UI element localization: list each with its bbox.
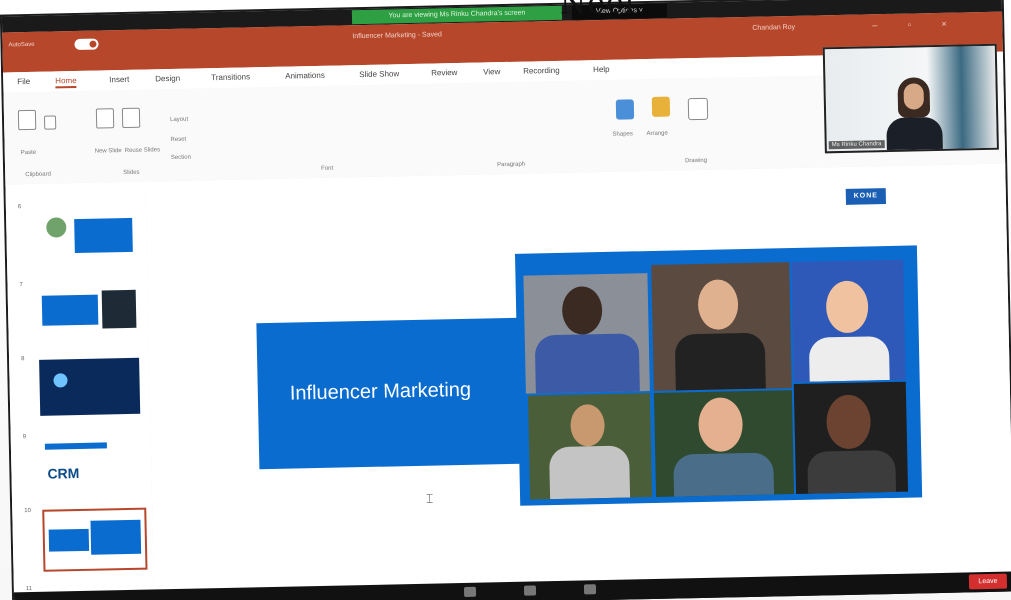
kone-logo: KONE	[845, 188, 887, 205]
paste-icon[interactable]	[17, 109, 37, 131]
drawing-group-label: Drawing	[685, 157, 708, 165]
collage-photo-5	[653, 390, 795, 497]
participants-icon[interactable]	[463, 586, 477, 597]
participant-video-tile[interactable]: Ms Rinku Chandra	[822, 43, 999, 154]
slide-thumbnail-8[interactable]	[39, 357, 141, 416]
digital-marketing-graphic	[53, 373, 68, 388]
crm-text: CRM	[47, 465, 80, 482]
tab-design[interactable]: Design	[155, 74, 180, 84]
reuse-slides-label: Reuse Slides	[124, 147, 161, 154]
slides-group-label: Slides	[123, 169, 140, 177]
quick-styles-icon[interactable]	[687, 97, 709, 121]
shapes-icon[interactable]	[615, 99, 635, 120]
new-slide-label: New Slide	[94, 148, 122, 155]
arrange-icon[interactable]	[651, 96, 671, 117]
section-label[interactable]: Section	[171, 155, 191, 161]
clipboard-group	[17, 109, 61, 135]
tab-slide-show[interactable]: Slide Show	[359, 69, 399, 79]
slides-group	[95, 107, 145, 134]
window-controls[interactable]: – ▫ ×	[872, 18, 961, 30]
tab-animations[interactable]: Animations	[285, 71, 325, 81]
thumbnail-number: 6	[17, 204, 22, 211]
slide-thumbnail-6[interactable]	[35, 209, 138, 268]
photo-frame: You are viewing Ms Rinku Chandra's scree…	[0, 0, 1011, 600]
tab-transitions[interactable]: Transitions	[211, 72, 250, 82]
thumbnail-number: 7	[19, 282, 23, 289]
tab-review[interactable]: Review	[431, 68, 457, 78]
shapes-label: Shapes	[612, 131, 633, 138]
collage-photo-6	[793, 381, 909, 495]
tab-file[interactable]: File	[17, 77, 30, 86]
reset-label[interactable]: Reset	[170, 137, 186, 143]
thumbnail-photo	[101, 289, 137, 329]
collage-photo-2	[651, 262, 792, 391]
cut-icon[interactable]	[44, 115, 57, 130]
tab-view[interactable]: View	[483, 67, 500, 76]
signed-in-user[interactable]: Chandan Roy	[752, 24, 795, 32]
layout-label[interactable]: Layout	[170, 117, 188, 123]
slide-thumbnail-7[interactable]	[37, 285, 139, 344]
new-slide-icon[interactable]	[95, 108, 115, 129]
tab-insert[interactable]: Insert	[109, 75, 129, 84]
thumbnail-number: 10	[24, 508, 32, 515]
tab-help[interactable]: Help	[593, 65, 610, 74]
participant-avatar	[883, 77, 944, 154]
slide-thumbnail-panel: 6 7 8 9 CRM 10 11	[5, 181, 156, 600]
mouse-cursor-icon: ⌶	[425, 491, 434, 506]
paragraph-group-label: Paragraph	[497, 161, 526, 169]
influencer-photo-collage[interactable]	[514, 245, 923, 506]
autosave-label: AutoSave	[8, 41, 35, 49]
collage-photo-4	[527, 393, 653, 500]
handwritten-note: Neel	[559, 0, 636, 22]
reuse-slides-icon[interactable]	[122, 107, 141, 129]
share-screen-icon[interactable]	[583, 584, 597, 595]
autosave-toggle[interactable]	[74, 38, 99, 51]
collage-photo-1	[523, 273, 650, 394]
participant-name: Ms Rinku Chandra	[828, 140, 885, 150]
globe-hand-image	[46, 217, 67, 238]
arrange-label: Arrange	[646, 130, 668, 138]
font-group-label: Font	[321, 165, 334, 172]
clipboard-label: Clipboard	[25, 171, 51, 179]
thumbnail-number: 9	[22, 434, 27, 441]
leave-button[interactable]: Leave	[968, 573, 1008, 590]
thumbnail-collage	[90, 519, 142, 555]
collage-photo-3	[791, 259, 906, 383]
slide-thumbnail-10-selected[interactable]	[42, 507, 148, 572]
tab-recording[interactable]: Recording	[523, 66, 560, 76]
chat-icon[interactable]	[523, 585, 537, 596]
paste-label: Paste	[20, 149, 37, 157]
slide-title[interactable]: Influencer Marketing	[290, 379, 472, 406]
tab-home[interactable]: Home	[55, 75, 77, 89]
thumbnail-number: 8	[21, 356, 25, 363]
monitor-screen: You are viewing Ms Rinku Chandra's scree…	[1, 0, 1011, 600]
